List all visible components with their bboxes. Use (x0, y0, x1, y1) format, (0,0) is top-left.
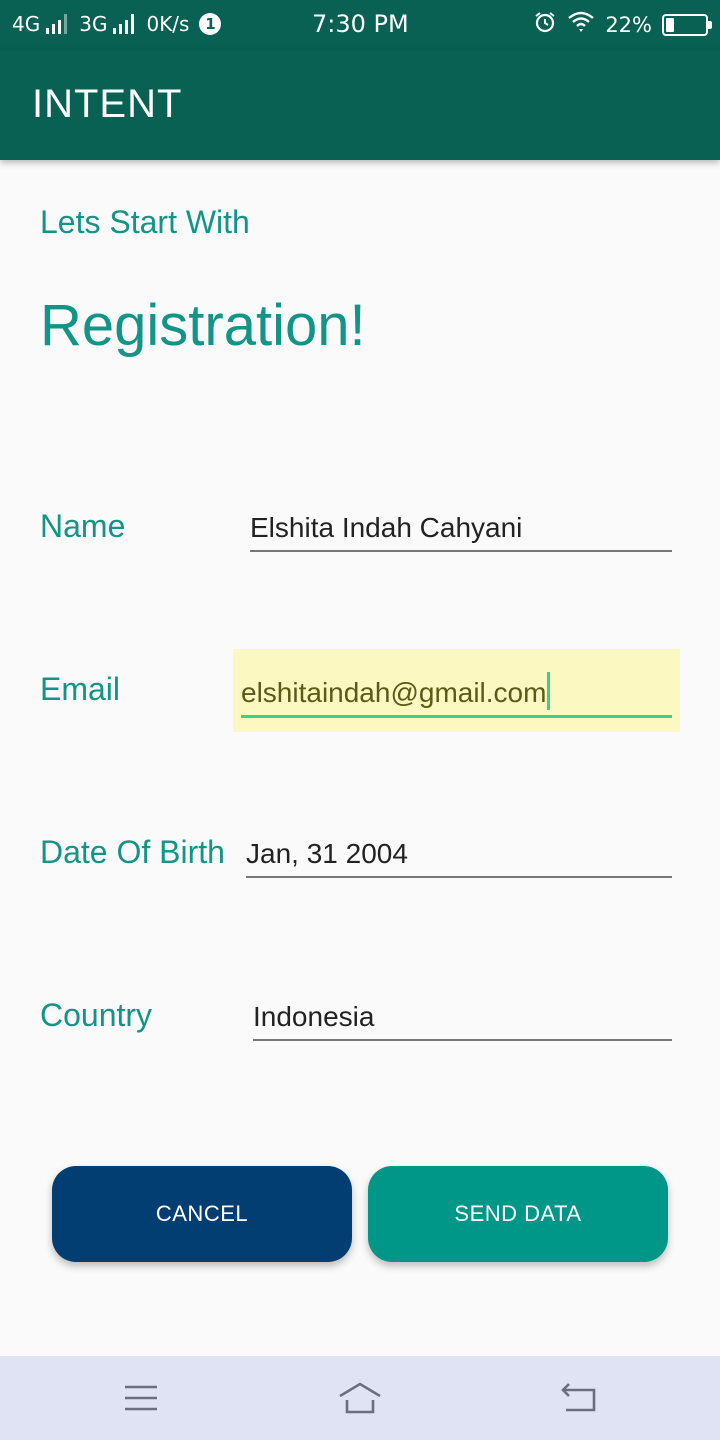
dob-field[interactable]: Jan, 31 2004 (246, 832, 672, 878)
system-nav-bar (0, 1356, 720, 1440)
email-label: Email (40, 671, 121, 707)
network-4g-label: 4G (12, 12, 41, 36)
email-field[interactable]: elshitaindah@gmail.com (233, 649, 680, 732)
country-value: Indonesia (253, 1001, 375, 1032)
name-label: Name (40, 508, 126, 544)
battery-icon (662, 13, 712, 36)
send-data-button[interactable]: SEND DATA (368, 1166, 668, 1262)
signal-icon (113, 14, 135, 34)
app-title: INTENT (32, 82, 183, 126)
status-bar: 4G 3G 0K/s 1 7:30 PM 22% (0, 0, 720, 50)
status-left: 4G 3G 0K/s 1 (12, 12, 222, 36)
signal-icon (46, 14, 68, 34)
alarm-icon (533, 10, 557, 39)
dob-label: Date Of Birth (40, 834, 225, 870)
home-icon[interactable] (338, 1378, 382, 1418)
name-underline (250, 550, 672, 552)
country-underline (253, 1039, 672, 1041)
text-cursor (547, 672, 551, 710)
notification-count-badge: 1 (199, 13, 222, 35)
status-right: 22% (533, 10, 712, 39)
cancel-button[interactable]: CANCEL (52, 1166, 352, 1262)
dob-underline (246, 876, 672, 878)
back-icon[interactable] (556, 1378, 600, 1418)
email-value-text: elshitaindah@gmail.com (241, 677, 547, 708)
dob-value: Jan, 31 2004 (246, 838, 408, 869)
menu-icon[interactable] (119, 1378, 163, 1418)
wifi-icon (567, 10, 595, 39)
subtitle: Lets Start With (40, 204, 250, 240)
name-field[interactable]: Elshita Indah Cahyani (250, 506, 672, 552)
country-field[interactable]: Indonesia (253, 995, 672, 1041)
email-underline (241, 715, 672, 718)
app-bar: INTENT (0, 50, 720, 160)
name-value: Elshita Indah Cahyani (250, 512, 523, 543)
country-label: Country (40, 997, 153, 1033)
network-3g-label: 3G (79, 12, 108, 36)
email-value: elshitaindah@gmail.com (241, 672, 551, 710)
battery-percent: 22% (605, 12, 652, 37)
page-title: Registration! (40, 293, 366, 358)
network-speed: 0K/s (146, 12, 190, 36)
status-time: 7:30 PM (312, 10, 409, 38)
